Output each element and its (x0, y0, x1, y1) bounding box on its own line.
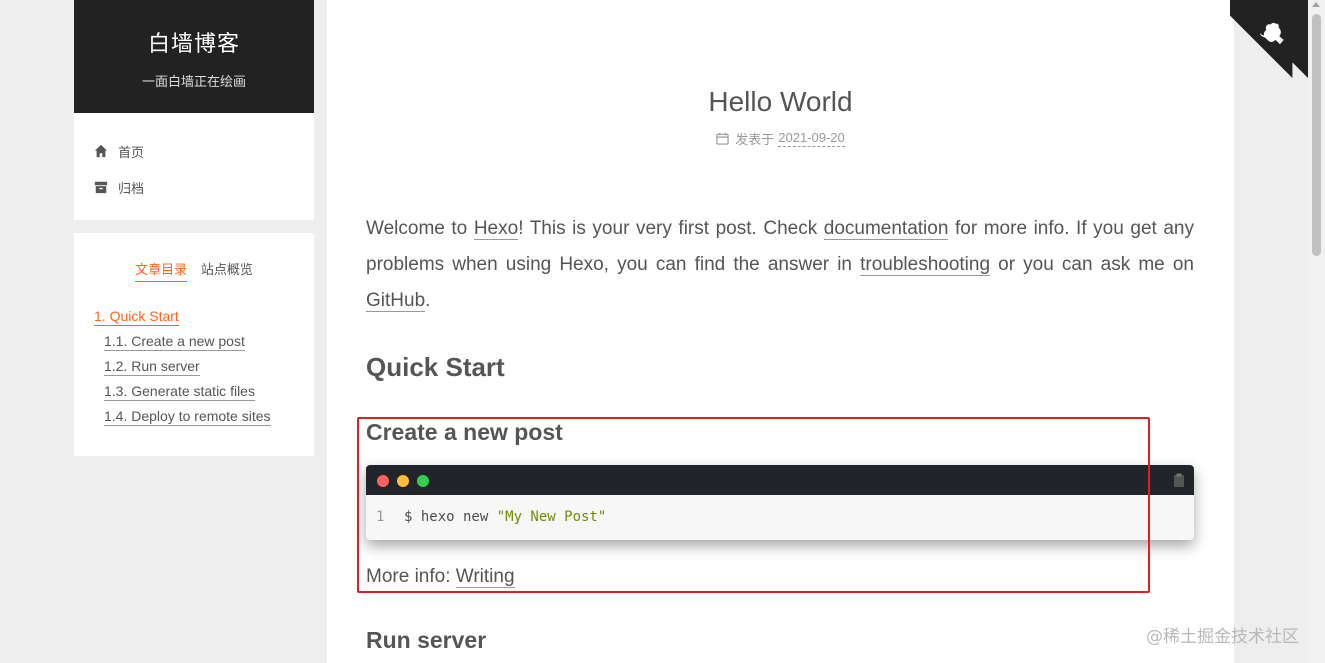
menu-item-archive-label: 归档 (118, 180, 145, 196)
github-corner-icon[interactable] (1230, 0, 1308, 78)
code-text: $ hexo new "My New Post" (404, 509, 606, 525)
watermark: @稀土掘金技术社区 (1146, 627, 1299, 647)
heading-quick-start: Quick Start (366, 352, 505, 382)
toc-item-quick-start[interactable]: 1. Quick Start (94, 307, 179, 326)
link-writing[interactable]: Writing (455, 566, 515, 588)
link-github[interactable]: GitHub (366, 290, 426, 312)
link-troubleshooting[interactable]: troubleshooting (860, 254, 991, 276)
heading-run-server: Run server (366, 627, 487, 653)
sidebar-menu: 首页 归档 (74, 113, 314, 220)
menu-item-home[interactable]: 首页 (94, 139, 144, 163)
code-block: 1 $ hexo new "My New Post" (366, 465, 1194, 540)
post-meta: 发表于 2021-09-20 (327, 129, 1234, 148)
tab-overview[interactable]: 站点概览 (201, 259, 253, 281)
link-documentation[interactable]: documentation (823, 218, 949, 240)
toc-item-generate-static[interactable]: 1.3. Generate static files (104, 382, 255, 401)
code-command: $ hexo new (404, 509, 497, 525)
menu-item-archive[interactable]: 归档 (94, 175, 144, 199)
site-subtitle: 一面白墙正在绘画 (141, 74, 246, 89)
intro-text-2: ! This is your very first post. Check (518, 218, 824, 239)
post-date: 2021-09-20 (778, 130, 845, 147)
menu-item-home-label: 首页 (118, 144, 145, 160)
code-toolbar (366, 465, 1194, 495)
archive-icon (94, 181, 108, 194)
window-dot-green (417, 475, 429, 487)
copy-icon[interactable] (1173, 473, 1185, 487)
site-title[interactable]: 白墙博客 (74, 26, 314, 58)
post-meta-label: 发表于 (735, 132, 775, 147)
post-container: Hello World 发表于 2021-09-20 Welcome to He… (327, 0, 1234, 663)
toc-item-run-server[interactable]: 1.2. Run server (104, 357, 200, 376)
intro-text-4: or you can ask me on (990, 254, 1194, 275)
site-brand: 白墙博客 一面白墙正在绘画 (74, 0, 314, 113)
tab-toc[interactable]: 文章目录 (135, 259, 188, 282)
page-scrollbar[interactable] (1308, 0, 1325, 663)
toc-item-create-post[interactable]: 1.1. Create a new post (104, 332, 245, 351)
sidebar-toc-panel: 文章目录 站点概览 1. Quick Start 1.1. Create a n… (74, 233, 314, 456)
post-title: Hello World (708, 86, 853, 117)
calendar-icon (716, 132, 729, 145)
more-info-label: More info: (366, 566, 456, 587)
scroll-up-arrow-icon[interactable] (1312, 2, 1320, 7)
scrollbar-thumb[interactable] (1312, 14, 1321, 256)
code-string: "My New Post" (496, 509, 607, 525)
post-intro: Welcome to Hexo! This is your very first… (366, 211, 1194, 319)
window-dot-red (377, 475, 389, 487)
window-dot-yellow (397, 475, 409, 487)
intro-text-5: . (425, 290, 431, 311)
intro-text-1: Welcome to (366, 218, 474, 239)
heading-create-post: Create a new post (366, 419, 563, 445)
toc-item-deploy[interactable]: 1.4. Deploy to remote sites (104, 407, 271, 426)
more-info: More info: Writing (366, 566, 515, 588)
sidebar-tabs: 文章目录 站点概览 (74, 259, 314, 282)
code-line-number: 1 (376, 509, 385, 525)
link-hexo[interactable]: Hexo (473, 218, 519, 240)
home-icon (94, 144, 108, 158)
